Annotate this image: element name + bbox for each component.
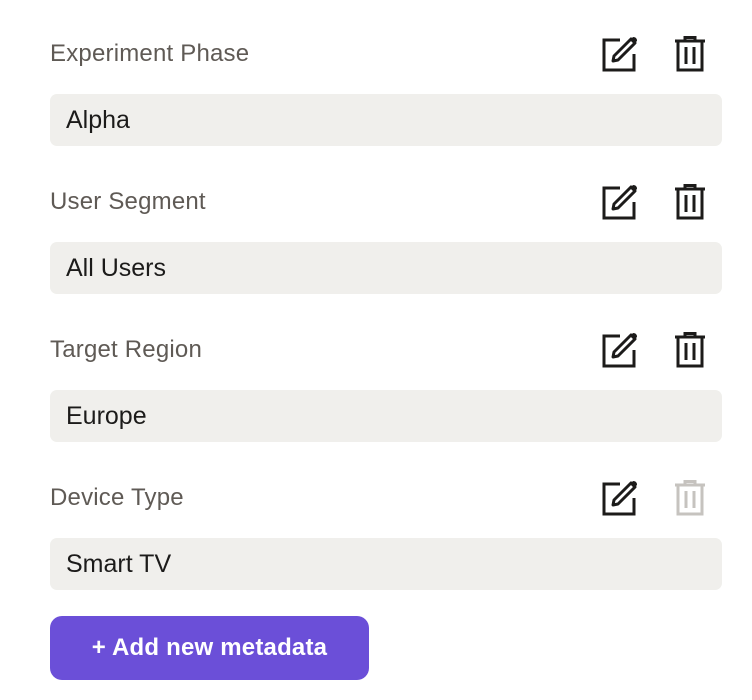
add-metadata-button[interactable]: + Add new metadata: [50, 616, 369, 680]
delete-button[interactable]: [668, 32, 712, 76]
trash-icon: [675, 332, 705, 368]
metadata-value-field[interactable]: Alpha: [50, 94, 722, 146]
metadata-label: Experiment Phase: [50, 40, 250, 67]
metadata-item-header: Device Type: [50, 474, 722, 520]
metadata-value-field[interactable]: All Users: [50, 242, 722, 294]
metadata-label: Device Type: [50, 484, 184, 511]
edit-button[interactable]: [598, 328, 642, 372]
metadata-item: Device Type Smart TV: [50, 474, 722, 590]
edit-icon: [602, 333, 637, 368]
metadata-item-header: Experiment Phase: [50, 30, 722, 76]
delete-button[interactable]: [668, 328, 712, 372]
trash-icon: [675, 480, 705, 516]
edit-icon: [602, 481, 637, 516]
metadata-item: Experiment Phase Alpha: [50, 30, 722, 146]
delete-button-disabled: [668, 476, 712, 520]
edit-icon: [602, 185, 637, 220]
delete-button[interactable]: [668, 180, 712, 224]
metadata-item: Target Region Europe: [50, 326, 722, 442]
metadata-panel: Experiment Phase Alpha User Segment All …: [0, 0, 752, 700]
edit-button[interactable]: [598, 476, 642, 520]
edit-button[interactable]: [598, 180, 642, 224]
metadata-value-field[interactable]: Europe: [50, 390, 722, 442]
metadata-label: Target Region: [50, 336, 203, 363]
metadata-label: User Segment: [50, 188, 206, 215]
metadata-item-header: Target Region: [50, 326, 722, 372]
trash-icon: [675, 36, 705, 72]
metadata-item: User Segment All Users: [50, 178, 722, 294]
trash-icon: [675, 184, 705, 220]
metadata-value-field[interactable]: Smart TV: [50, 538, 722, 590]
edit-icon: [602, 37, 637, 72]
edit-button[interactable]: [598, 32, 642, 76]
metadata-item-header: User Segment: [50, 178, 722, 224]
